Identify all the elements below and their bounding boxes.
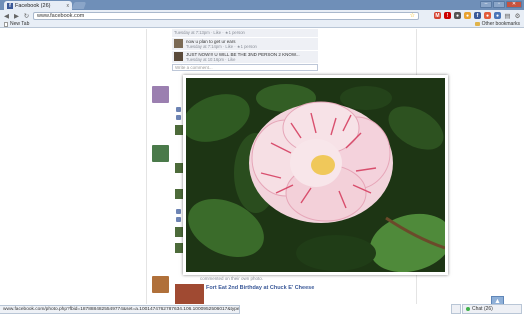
avatar[interactable] [152, 86, 169, 103]
minimize-icon[interactable]: – [480, 1, 492, 8]
page-icon [4, 21, 8, 27]
extension-icon[interactable]: f [474, 12, 481, 19]
feed-story: commented on their own photo. Fort Eat 2… [175, 276, 415, 304]
like-icon[interactable] [176, 107, 181, 112]
extension-icon[interactable]: ! [444, 12, 451, 19]
avatar[interactable] [174, 52, 183, 61]
other-bookmarks-label: Other bookmarks [481, 21, 520, 27]
window-titlebar: f Facebook (26) x – ▫ ✕ [0, 0, 524, 10]
comment-icon[interactable] [176, 217, 181, 222]
photo-thumbnail[interactable] [175, 227, 183, 237]
extension-icon[interactable]: ● [464, 12, 471, 19]
facebook-favicon-icon: f [7, 2, 13, 9]
extension-icon[interactable]: ● [494, 12, 501, 19]
chat-button[interactable]: Chat (26) [462, 304, 522, 314]
online-status-icon [466, 307, 470, 311]
status-bar-url: www.facebook.com/photo.php?fbid=18788848… [0, 305, 240, 314]
address-bar[interactable]: www.facebook.com ☆ [33, 11, 419, 20]
comment: JUST NOW!!! U WILL BE THE 3ND PERSON 2 K… [172, 51, 318, 63]
avatar[interactable] [174, 39, 183, 48]
gmail-icon[interactable]: M [434, 12, 441, 19]
tab-title: Facebook (26) [15, 2, 51, 9]
back-icon[interactable]: ◀ [3, 12, 10, 20]
avatar[interactable] [152, 276, 169, 293]
extension-icon[interactable]: ● [484, 12, 491, 19]
comment-meta[interactable]: Tuesday at 7:13pm · Like · ★1 person [174, 30, 245, 35]
maximize-icon[interactable]: ▫ [493, 1, 505, 8]
bookmark-new-tab[interactable]: New Tab [4, 21, 29, 27]
comment-list: Tuesday at 7:13pm · Like · ★1 person now… [172, 29, 318, 71]
reload-icon[interactable]: ↻ [23, 12, 30, 20]
camellia-flower-photo[interactable] [186, 78, 445, 272]
like-icon[interactable] [176, 209, 181, 214]
write-comment-input[interactable]: Write a comment... [172, 64, 318, 71]
comment-meta[interactable]: Tuesday at 7:14pm · Like · ★1 person [186, 44, 257, 49]
photo-thumbnail[interactable] [175, 189, 183, 199]
avatar[interactable] [152, 145, 169, 162]
tab-close-icon[interactable]: x [67, 3, 70, 9]
comment-meta[interactable]: Tuesday at 10:16pm · Like [186, 57, 300, 62]
wrench-icon[interactable]: ⚙ [514, 12, 521, 20]
photo-viewer [183, 75, 448, 275]
comment: Tuesday at 7:13pm · Like · ★1 person [172, 29, 318, 37]
other-bookmarks[interactable]: Other bookmarks [474, 21, 520, 27]
story-title-link[interactable]: Fort Eat 2nd Birthday at Chuck E' Cheese [206, 285, 314, 291]
column-divider [146, 29, 147, 304]
new-tab-button[interactable] [71, 2, 87, 9]
browser-toolbar: ◀ ▶ ↻ www.facebook.com ☆ M ! ● ● f ● ● ▤… [0, 10, 524, 21]
photo-thumbnail[interactable] [175, 163, 183, 173]
window-controls: – ▫ ✕ [480, 1, 522, 8]
bookmarks-bar: New Tab Other bookmarks [0, 21, 524, 28]
close-window-icon[interactable]: ✕ [506, 1, 522, 8]
forward-icon[interactable]: ▶ [13, 12, 20, 20]
folder-icon [474, 22, 480, 26]
star-icon[interactable]: ☆ [410, 12, 415, 19]
photo-thumbnail[interactable] [175, 284, 204, 304]
browser-tab[interactable]: f Facebook (26) x [4, 1, 72, 10]
extension-icon[interactable]: ● [454, 12, 461, 19]
photo-thumbnail[interactable] [175, 243, 183, 253]
chat-label: Chat (26) [472, 306, 493, 312]
url-text: www.facebook.com [37, 12, 85, 19]
bookmark-label: New Tab [10, 21, 30, 27]
comment-icon[interactable] [176, 115, 181, 120]
photo-thumbnail[interactable] [175, 125, 183, 135]
page-menu-icon[interactable]: ▤ [504, 12, 511, 20]
comment: now u plan to get ur ears Tuesday at 7:1… [172, 38, 318, 50]
notifications-icon[interactable] [451, 304, 461, 314]
chat-bar: Chat (26) [451, 304, 522, 314]
story-line: commented on their own photo. [200, 276, 264, 281]
